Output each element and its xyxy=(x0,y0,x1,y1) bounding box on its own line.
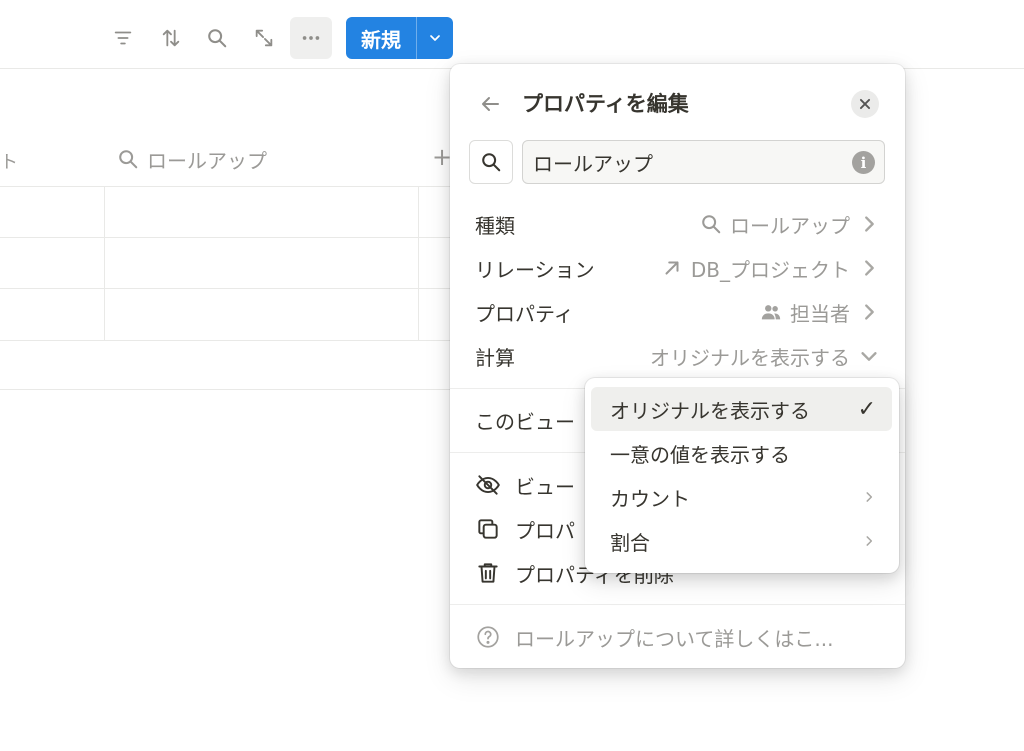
property-row-type[interactable]: 種類 ロールアップ xyxy=(466,204,889,244)
close-icon[interactable] xyxy=(851,90,879,118)
help-icon xyxy=(477,626,499,648)
search-icon xyxy=(119,150,138,169)
expand-icon[interactable] xyxy=(243,17,285,59)
filter-icon[interactable] xyxy=(102,17,144,59)
eye-off-icon xyxy=(476,475,500,495)
option-percent[interactable]: 割合 xyxy=(591,519,892,563)
row-value: ロールアップ xyxy=(730,213,850,238)
chevron-right-icon xyxy=(865,260,874,276)
duplicate-icon xyxy=(478,519,498,539)
column-header-label: ロールアップ xyxy=(147,148,267,173)
new-button[interactable]: 新規 xyxy=(346,17,453,59)
chevron-down-icon xyxy=(861,352,877,361)
people-icon xyxy=(761,305,781,320)
panel-title: プロパティを編集 xyxy=(522,92,689,116)
chevron-down-icon[interactable] xyxy=(417,17,453,59)
row-key: 種類 xyxy=(475,213,515,238)
edit-property-panel: プロパティを編集 i 種類 ロールアップ リレーション DB_プロジェクト プロ… xyxy=(450,64,905,668)
duplicate-property-item[interactable]: プロパ xyxy=(466,509,584,549)
property-row-relation[interactable]: リレーション DB_プロジェクト xyxy=(466,248,889,288)
search-icon xyxy=(482,153,501,172)
table-row-line xyxy=(0,340,450,341)
row-key: 計算 xyxy=(475,345,515,370)
sort-icon[interactable] xyxy=(150,17,192,59)
table-column-line xyxy=(104,186,105,340)
option-count[interactable]: カウント xyxy=(591,475,892,519)
property-row-property[interactable]: プロパティ 担当者 xyxy=(466,292,889,332)
search-icon[interactable] xyxy=(196,17,238,59)
row-key: プロパティ xyxy=(475,301,574,326)
option-label: オリジナルを表示する xyxy=(610,398,810,423)
option-label: カウント xyxy=(610,486,690,511)
section-divider xyxy=(450,604,905,605)
hide-in-view-item[interactable]: ビュー xyxy=(466,465,584,505)
option-label: 割合 xyxy=(610,530,650,555)
row-key: リレーション xyxy=(475,257,595,282)
menu-item-label: プロパ xyxy=(515,518,575,543)
row-value: オリジナルを表示する xyxy=(650,345,850,370)
chevron-right-icon xyxy=(865,304,874,320)
back-arrow-icon[interactable] xyxy=(472,86,508,122)
chevron-right-icon xyxy=(865,216,874,232)
property-name-input[interactable] xyxy=(522,140,885,184)
trash-icon xyxy=(478,563,498,583)
property-row-calculate[interactable]: 計算 オリジナルを表示する xyxy=(466,336,889,376)
option-show-unique[interactable]: 一意の値を表示する xyxy=(591,431,892,475)
chevron-right-icon xyxy=(866,492,873,502)
chevron-right-icon xyxy=(866,536,873,546)
help-link[interactable]: ロールアップについて詳しくはこ... xyxy=(466,617,842,657)
table-row-line xyxy=(0,288,450,289)
row-key: このビュー xyxy=(475,409,575,434)
calculate-dropdown: オリジナルを表示する ✓ 一意の値を表示する カウント 割合 xyxy=(585,378,899,573)
row-value: DB_プロジェクト xyxy=(690,257,850,282)
table-footer-line xyxy=(0,389,450,390)
option-label: 一意の値を表示する xyxy=(610,442,790,467)
menu-item-label: ビュー xyxy=(515,474,575,499)
option-show-original[interactable]: オリジナルを表示する ✓ xyxy=(591,387,892,431)
table-row-line xyxy=(0,186,450,187)
property-type-icon-button[interactable] xyxy=(469,140,513,184)
more-icon[interactable] xyxy=(290,17,332,59)
column-header-partial: ト xyxy=(0,152,18,173)
check-icon: ✓ xyxy=(857,396,876,422)
table-column-line xyxy=(418,186,419,340)
column-header-rollup[interactable]: ロールアップ xyxy=(117,144,267,174)
new-button-label[interactable]: 新規 xyxy=(346,17,416,59)
help-link-label: ロールアップについて詳しくはこ... xyxy=(515,626,834,651)
row-value: 担当者 xyxy=(790,301,850,326)
table-row-line xyxy=(0,237,450,238)
search-icon xyxy=(702,215,721,234)
info-icon[interactable]: i xyxy=(852,151,875,174)
arrow-up-right-icon xyxy=(665,261,679,275)
